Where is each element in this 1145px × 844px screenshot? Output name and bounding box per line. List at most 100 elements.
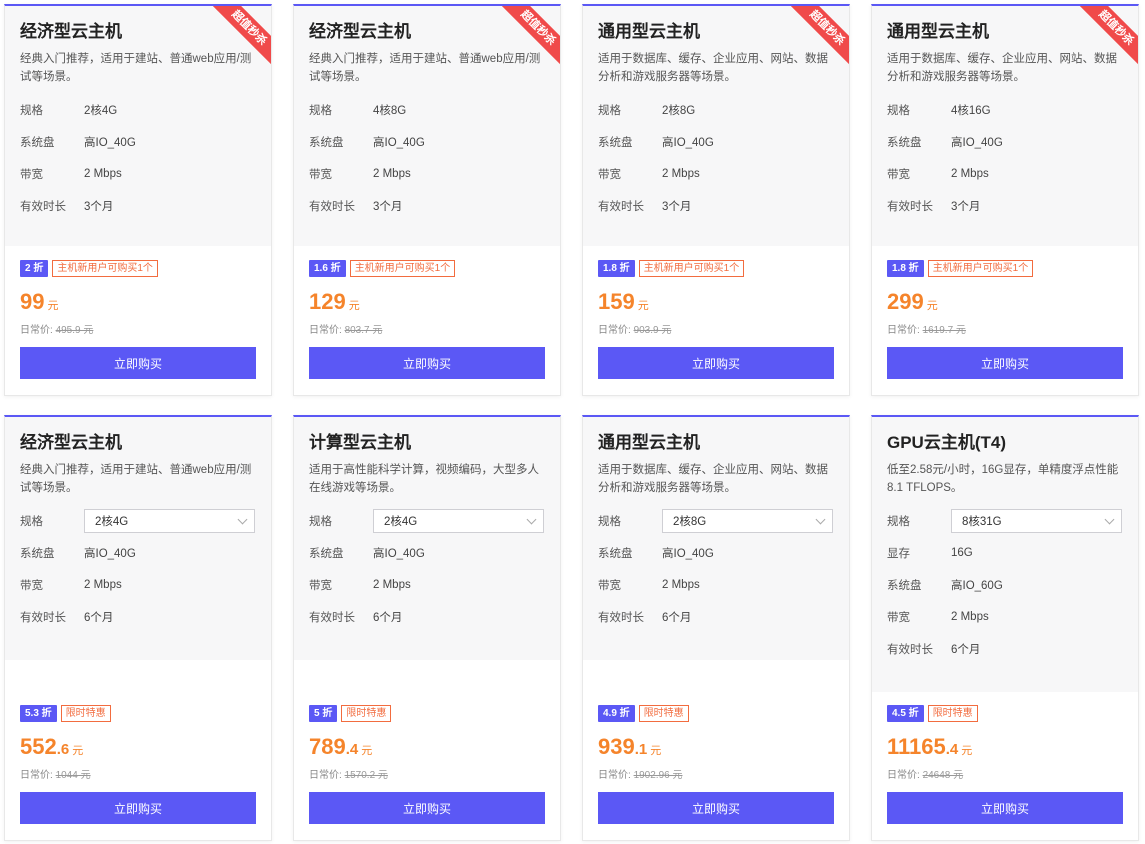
disk-row: 系统盘 高IO_40G [598,537,834,569]
card-title: 通用型云主机 [598,22,700,41]
spec-value: 2核4G [84,105,118,117]
price-integer: 789 [309,734,346,759]
spec-value: 4核8G [373,105,407,117]
price: 11165.4 元 [887,734,1123,760]
product-card: 通用型云主机 适用于数据库、缓存、企业应用、网站、数据分析和游戏服务器等场景。 … [582,415,850,841]
original-price: 日常价: 495.9 元 [20,321,256,336]
buy-now-button[interactable]: 立即购买 [887,347,1123,379]
duration-row: 有效时长 3个月 [598,190,834,222]
bandwidth-value: 2 Mbps [662,579,700,591]
spec-label: 规格 [887,516,910,528]
buy-now-button[interactable]: 立即购买 [598,347,834,379]
duration-row: 有效时长 3个月 [887,190,1123,222]
spec-dropdown[interactable]: 2核8G [662,509,833,533]
bandwidth-row: 带宽 2 Mbps [20,158,256,190]
spec-dropdown[interactable]: 2核4G [84,509,255,533]
disk-row: 系统盘 高IO_40G [309,126,545,158]
original-price-label: 日常价: [887,325,920,336]
original-price-label: 日常价: [598,325,631,336]
price-unit: 元 [72,745,84,757]
gpu-memory-row: 显存 16G [887,537,1123,569]
card-description: 低至2.58元/小时，16G显存，单精度浮点性能8.1 TFLOPS。 [887,464,1119,494]
price: 129 元 [309,289,545,315]
original-price-label: 日常价: [887,770,920,781]
duration-label: 有效时长 [598,201,644,213]
card-title: 经济型云主机 [20,22,122,41]
promo-tag: 限时特惠 [927,705,978,722]
buy-now-button[interactable]: 立即购买 [309,347,545,379]
price-unit: 元 [348,300,360,312]
price-integer: 129 [309,289,346,314]
disk-value: 高IO_40G [84,137,136,149]
buy-now-button[interactable]: 立即购买 [20,347,256,379]
price-decimal: .6 [56,741,70,758]
chevron-down-icon [526,514,537,524]
original-price: 日常价: 24648 元 [887,766,1123,781]
spec-label: 规格 [309,105,332,117]
duration-row: 有效时长 3个月 [20,190,256,222]
disk-label: 系统盘 [20,548,55,560]
buy-now-button[interactable]: 立即购买 [598,792,834,824]
spec-row: 规格 4核16G [887,94,1123,126]
bandwidth-value: 2 Mbps [662,168,700,180]
duration-row: 有效时长 6个月 [887,633,1123,665]
original-price-value: 803.7 元 [344,325,383,336]
original-price-label: 日常价: [309,325,342,336]
duration-value: 3个月 [84,201,114,213]
duration-row: 有效时长 6个月 [20,601,256,633]
duration-value: 6个月 [84,612,114,624]
bandwidth-value: 2 Mbps [84,579,122,591]
bandwidth-label: 带宽 [309,580,332,592]
spec-dropdown[interactable]: 2核4G [373,509,544,533]
spec-row: 规格 2核8G [598,505,834,537]
promo-tag: 主机新用户可购买1个 [349,260,456,277]
chevron-down-icon [237,514,248,524]
bandwidth-value: 2 Mbps [373,168,411,180]
discount-badge: 4.5 折 [887,705,924,722]
duration-label: 有效时长 [20,612,66,624]
bandwidth-row: 带宽 2 Mbps [598,569,834,601]
spec-label: 规格 [20,516,43,528]
buy-now-button[interactable]: 立即购买 [309,792,545,824]
duration-label: 有效时长 [20,201,66,213]
bandwidth-row: 带宽 2 Mbps [20,569,256,601]
card-description: 经典入门推荐，适用于建站、普通web应用/测试等场景。 [20,53,252,83]
spec-label: 规格 [598,516,621,528]
original-price-label: 日常价: [309,770,342,781]
original-price-label: 日常价: [20,770,53,781]
price-unit: 元 [47,300,59,312]
original-price-value: 1619.7 元 [922,325,966,336]
price-unit: 元 [637,300,649,312]
promo-tag: 主机新用户可购买1个 [927,260,1034,277]
original-price: 日常价: 1902.96 元 [598,766,834,781]
disk-row: 系统盘 高IO_40G [20,126,256,158]
duration-label: 有效时长 [309,612,355,624]
discount-badge: 1.8 折 [598,260,635,277]
original-price: 日常价: 1619.7 元 [887,321,1123,336]
duration-value: 6个月 [373,612,403,624]
original-price: 日常价: 803.7 元 [309,321,545,336]
price-integer: 11165 [887,734,946,759]
promo-tag: 主机新用户可购买1个 [638,260,745,277]
spec-dropdown-value: 8核31G [962,516,1002,528]
bandwidth-row: 带宽 2 Mbps [309,158,545,190]
product-card: 计算型云主机 适用于高性能科学计算，视频编码，大型多人在线游戏等场景。 规格 2… [293,415,561,841]
gpu-memory-value: 16G [951,547,973,559]
spec-dropdown-value: 2核8G [673,516,707,528]
disk-value: 高IO_40G [373,137,425,149]
bandwidth-label: 带宽 [887,612,910,624]
price-decimal: .4 [945,741,959,758]
spec-dropdown[interactable]: 8核31G [951,509,1122,533]
product-card: 超值秒杀 通用型云主机 适用于数据库、缓存、企业应用、网站、数据分析和游戏服务器… [871,4,1139,396]
buy-now-button[interactable]: 立即购买 [20,792,256,824]
price-integer: 159 [598,289,635,314]
discount-badge: 5.3 折 [20,705,57,722]
disk-value: 高IO_40G [951,137,1003,149]
product-card: GPU云主机(T4) 低至2.58元/小时，16G显存，单精度浮点性能8.1 T… [871,415,1139,841]
bandwidth-value: 2 Mbps [373,579,411,591]
card-title: 通用型云主机 [598,433,700,452]
spec-label: 规格 [887,105,910,117]
discount-badge: 1.8 折 [887,260,924,277]
duration-value: 3个月 [373,201,403,213]
buy-now-button[interactable]: 立即购买 [887,792,1123,824]
